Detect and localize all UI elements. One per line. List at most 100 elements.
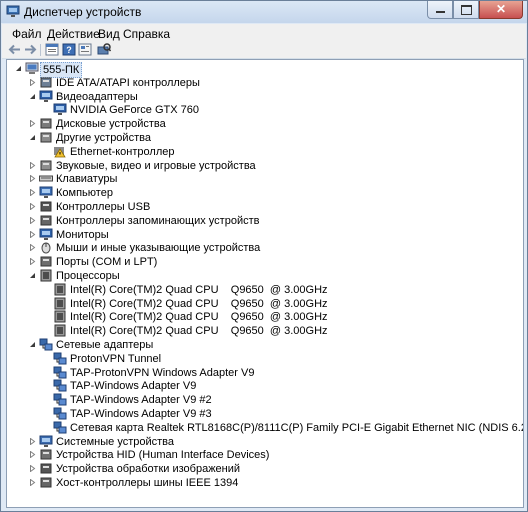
- tree-item[interactable]: Порты (COM и LPT): [29, 255, 523, 269]
- close-button[interactable]: ✕: [479, 1, 523, 19]
- title-bar[interactable]: Диспетчер устройств ✕: [1, 1, 527, 23]
- tree-item[interactable]: Устройства обработки изображений: [29, 462, 523, 476]
- scan-hardware-icon[interactable]: [97, 43, 111, 56]
- tree-item-label: Устройства обработки изображений: [56, 463, 241, 476]
- tree-item[interactable]: Мыши и иные указывающие устройства: [29, 241, 523, 255]
- tree-item[interactable]: TAP-Windows Adapter V9 #3: [43, 407, 523, 421]
- window-title: Диспетчер устройств: [24, 5, 142, 19]
- maximize-button[interactable]: [453, 1, 479, 19]
- tree-item[interactable]: Intel(R) Core(TM)2 Quad CPU Q9650 @ 3.00…: [43, 324, 523, 338]
- tree-item-label: Процессоры: [56, 270, 120, 282]
- tree-item-label: Звуковые, видео и игровые устройства: [56, 159, 256, 172]
- expand-arrow-right-icon[interactable]: [29, 465, 36, 473]
- tree-item-label: NVIDIA GeForce GTX 760: [70, 104, 199, 117]
- expand-arrow-down-icon[interactable]: [29, 272, 36, 279]
- tree-item[interactable]: Мониторы: [29, 228, 523, 242]
- port-icon: [40, 256, 52, 267]
- view-icon[interactable]: [78, 43, 92, 56]
- display-adapter-icon: [39, 90, 53, 102]
- tree-item[interactable]: 555-ПК: [15, 62, 523, 78]
- expand-arrow-right-icon[interactable]: [29, 120, 36, 128]
- network-icon: [53, 393, 67, 406]
- tree-item[interactable]: Intel(R) Core(TM)2 Quad CPU Q9650 @ 3.00…: [43, 310, 523, 324]
- mouse-icon: [41, 242, 51, 254]
- tree-item[interactable]: Звуковые, видео и игровые устройства: [29, 159, 523, 173]
- tree-item-label: TAP-Windows Adapter V9 #2: [70, 394, 212, 407]
- tree-item[interactable]: Сетевая карта Realtek RTL8168C(P)/8111C(…: [43, 421, 523, 435]
- expand-arrow-down-icon[interactable]: [29, 134, 36, 141]
- usb-icon: [40, 201, 52, 212]
- network-icon: [53, 421, 67, 434]
- tree-item[interactable]: Контроллеры USB: [29, 200, 523, 214]
- expand-arrow-right-icon[interactable]: [29, 203, 36, 210]
- expand-arrow-down-icon[interactable]: [29, 93, 36, 100]
- tree-item[interactable]: Процессоры: [29, 269, 523, 283]
- network-icon: [53, 352, 67, 365]
- tree-item-label: Контроллеры запоминающих устройств: [56, 214, 260, 227]
- processor-icon: [54, 310, 66, 323]
- tree-item[interactable]: Контроллеры запоминающих устройств: [29, 214, 523, 228]
- menu-action[interactable]: Действие: [47, 27, 100, 41]
- tree-item[interactable]: Intel(R) Core(TM)2 Quad CPU Q9650 @ 3.00…: [43, 283, 523, 297]
- expand-arrow-right-icon[interactable]: [29, 437, 36, 445]
- tree-item[interactable]: Устройства HID (Human Interface Devices): [29, 448, 523, 462]
- expand-arrow-right-icon[interactable]: [29, 78, 36, 86]
- processor-icon: [54, 297, 66, 310]
- menu-bar: Файл Действие Вид Справка: [2, 24, 526, 42]
- menu-file[interactable]: Файл: [12, 27, 42, 41]
- tree-item-label: TAP-Windows Adapter V9 #3: [70, 408, 212, 420]
- device-manager-icon: [6, 5, 20, 17]
- svg-text:?: ?: [66, 45, 72, 55]
- other-devices-icon: [40, 132, 52, 143]
- expand-arrow-right-icon[interactable]: [29, 216, 36, 224]
- tree-item-label: Intel(R) Core(TM)2 Quad CPU Q9650 @ 3.00…: [70, 283, 328, 296]
- tree-item[interactable]: Видеоадаптеры: [29, 90, 523, 104]
- tree-item-label: TAP-Windows Adapter V9: [70, 380, 197, 393]
- expand-arrow-right-icon[interactable]: [29, 230, 36, 238]
- sound-icon: [40, 160, 52, 171]
- tree-item-label: Сетевая карта Realtek RTL8168C(P)/8111C(…: [70, 421, 524, 434]
- tree-item-label: TAP-ProtonVPN Windows Adapter V9: [70, 366, 255, 379]
- expand-arrow-right-icon[interactable]: [29, 175, 36, 183]
- tree-item-label: Порты (COM и LPT): [56, 256, 158, 269]
- tree-item[interactable]: Сетевые адаптеры: [29, 338, 523, 352]
- back-icon[interactable]: [8, 43, 22, 56]
- expand-arrow-down-icon[interactable]: [29, 341, 36, 348]
- tree-item-label: Сетевые адаптеры: [56, 339, 154, 351]
- tree-item[interactable]: Компьютер: [29, 186, 523, 200]
- tree-item[interactable]: NVIDIA GeForce GTX 760: [43, 103, 523, 117]
- expand-arrow-down-icon[interactable]: [15, 65, 22, 72]
- tree-item[interactable]: TAP-Windows Adapter V9: [43, 379, 523, 393]
- tree-item[interactable]: Intel(R) Core(TM)2 Quad CPU Q9650 @ 3.00…: [43, 297, 523, 311]
- tree-item[interactable]: TAP-ProtonVPN Windows Adapter V9: [43, 366, 523, 380]
- tree-item[interactable]: Другие устройства: [29, 131, 523, 145]
- minimize-button[interactable]: [427, 1, 453, 19]
- expand-arrow-right-icon[interactable]: [29, 161, 36, 169]
- tree-item[interactable]: IDE ATA/ATAPI контроллеры: [29, 76, 523, 90]
- menu-help[interactable]: Справка: [123, 27, 170, 41]
- properties-icon[interactable]: [45, 43, 59, 56]
- tree-item[interactable]: ProtonVPN Tunnel: [43, 352, 523, 366]
- expand-arrow-right-icon[interactable]: [29, 479, 36, 486]
- warning-device-icon: [54, 146, 66, 158]
- processor-icon: [40, 269, 52, 282]
- tree-item[interactable]: Клавиатуры: [29, 172, 523, 186]
- expand-arrow-right-icon[interactable]: [29, 244, 36, 252]
- network-icon: [39, 338, 53, 351]
- expand-arrow-right-icon[interactable]: [29, 258, 36, 266]
- tree-item-label: Мониторы: [56, 228, 109, 241]
- menu-view[interactable]: Вид: [98, 27, 120, 41]
- tree-item-label: IDE ATA/ATAPI контроллеры: [56, 76, 200, 89]
- tree-item[interactable]: TAP-Windows Adapter V9 #2: [43, 393, 523, 407]
- help-icon[interactable]: ?: [62, 43, 76, 56]
- system-devices-icon: [39, 435, 53, 447]
- forward-icon[interactable]: [23, 43, 37, 56]
- ieee1394-icon: [40, 477, 52, 488]
- expand-arrow-right-icon[interactable]: [29, 451, 36, 459]
- tree-item[interactable]: Дисковые устройства: [29, 117, 523, 131]
- device-tree[interactable]: 555-ПК IDE ATA/ATAPI контроллеры Видеоадап…: [6, 59, 524, 508]
- tree-item[interactable]: Системные устройства: [29, 435, 523, 449]
- tree-item[interactable]: Хост-контроллеры шины IEEE 1394: [29, 476, 523, 490]
- expand-arrow-right-icon[interactable]: [29, 189, 36, 197]
- tree-item[interactable]: Ethernet-контроллер: [43, 145, 523, 159]
